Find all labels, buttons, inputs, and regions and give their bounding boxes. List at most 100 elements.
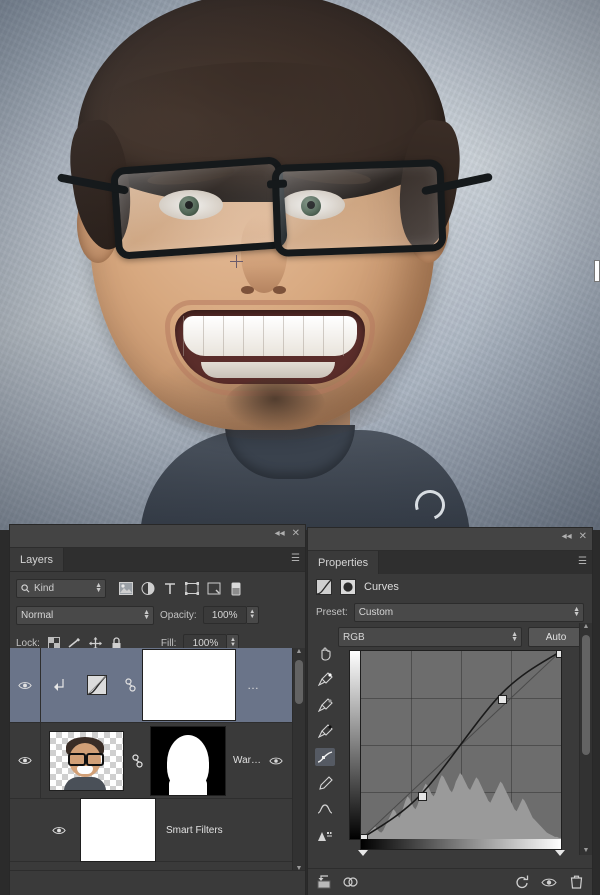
- opacity-value[interactable]: 100%: [202, 606, 247, 624]
- collapse-double-arrow-icon[interactable]: ◂◂: [275, 529, 285, 539]
- mask-icon[interactable]: [340, 579, 356, 595]
- opacity-stepper[interactable]: ▲ ▼: [246, 606, 259, 624]
- hand-tool-icon[interactable]: [315, 644, 335, 662]
- layers-scroll-thumb[interactable]: [295, 660, 303, 704]
- properties-footer-right: [514, 874, 584, 890]
- layer-mask-thumbnail[interactable]: [150, 725, 226, 796]
- smart-filter-eye-icon: [269, 757, 283, 764]
- tab-layers[interactable]: Layers: [10, 548, 65, 571]
- white-input-slider[interactable]: [555, 850, 565, 856]
- white-point-eyedropper-icon[interactable]: [315, 670, 335, 688]
- table-row[interactable]: War…: [10, 723, 305, 799]
- layers-tabstrip[interactable]: Layers ☰: [10, 548, 305, 572]
- input-gradient-ramp: [360, 839, 562, 850]
- clipping-indicator: [41, 678, 77, 692]
- link-icon: [124, 678, 136, 692]
- blend-mode-select[interactable]: Normal ▲ ▼: [16, 605, 154, 625]
- chevron-updown-icon: ▲ ▼: [511, 631, 518, 643]
- curves-plot[interactable]: [360, 650, 562, 840]
- scroll-up-arrow-icon[interactable]: ▲: [295, 648, 303, 656]
- properties-title: Curves: [364, 581, 399, 593]
- collapse-double-arrow-icon[interactable]: ◂◂: [562, 532, 572, 542]
- panel-menu-icon[interactable]: ☰: [578, 557, 587, 567]
- eye-icon: [18, 757, 32, 764]
- black-input-slider[interactable]: [358, 850, 368, 856]
- properties-panel-titlebar[interactable]: ◂◂ ✕: [308, 528, 592, 551]
- pixel-filter-icon[interactable]: [118, 581, 133, 596]
- table-row[interactable]: Smart Filters: [10, 798, 305, 862]
- pencil-curve-tool-icon[interactable]: [315, 774, 335, 792]
- properties-scrollbar[interactable]: ▲ ▼: [579, 623, 592, 855]
- layers-panel-titlebar[interactable]: ◂◂ ✕: [10, 525, 305, 548]
- search-icon: [21, 584, 30, 593]
- tab-layers-label: Layers: [20, 553, 54, 566]
- tab-properties[interactable]: Properties: [308, 551, 380, 574]
- photoshop-window: ◂◂ ✕ Layers ☰ Kind ▲ ▼ Normal ▲ ▼ Opacit…: [0, 0, 600, 895]
- channel-select[interactable]: RGB ▲ ▼: [338, 627, 522, 647]
- layer-link-indicator[interactable]: [124, 753, 150, 768]
- layer-visibility-toggle[interactable]: [10, 680, 40, 691]
- opacity-field-group[interactable]: 100% ▲ ▼: [202, 606, 259, 624]
- properties-header: Curves: [308, 574, 592, 600]
- smooth-curve-icon[interactable]: [315, 800, 335, 818]
- toggle-visibility-icon[interactable]: [541, 874, 557, 890]
- clip-to-layer-icon[interactable]: [316, 874, 332, 890]
- close-icon[interactable]: ✕: [292, 529, 300, 539]
- curves-icon[interactable]: [316, 579, 332, 595]
- table-row[interactable]: …: [10, 648, 305, 723]
- type-filter-icon[interactable]: [162, 581, 177, 596]
- curves-graph[interactable]: [338, 650, 565, 856]
- panel-menu-icon[interactable]: ☰: [291, 554, 300, 564]
- layer-link-indicator[interactable]: [117, 678, 143, 692]
- curve-point-tool-icon[interactable]: [315, 748, 335, 766]
- fill-label: Fill:: [160, 637, 177, 649]
- filter-icon-group: [118, 581, 243, 596]
- face-silhouette-mask: [167, 734, 209, 795]
- properties-tabstrip[interactable]: Properties ☰: [308, 551, 592, 574]
- layer-thumbnail[interactable]: [49, 730, 124, 791]
- preset-select[interactable]: Custom ▲ ▼: [353, 602, 584, 622]
- thumb-body: [64, 776, 106, 790]
- layers-panel: ◂◂ ✕ Layers ☰ Kind ▲ ▼ Normal ▲ ▼ Opacit…: [10, 525, 305, 895]
- filter-toggle-icon[interactable]: [228, 581, 243, 596]
- gray-point-eyedropper-icon[interactable]: [315, 696, 335, 714]
- curve-point-highlight[interactable]: [498, 695, 507, 704]
- scroll-down-arrow-icon[interactable]: ▼: [582, 847, 590, 855]
- smart-filter-mask-thumbnail[interactable]: [80, 798, 156, 862]
- layer-visibility-toggle[interactable]: [10, 755, 40, 766]
- image-canvas[interactable]: [0, 0, 600, 530]
- chevron-updown-icon: ▲ ▼: [143, 608, 150, 621]
- canvas-edge-marker: [594, 260, 600, 282]
- scroll-up-arrow-icon[interactable]: ▲: [582, 623, 590, 631]
- thumb-glasses: [68, 752, 104, 766]
- adjustment-filter-icon[interactable]: [140, 581, 155, 596]
- canvas-vignette: [0, 0, 600, 530]
- portrait-thumbnail: [56, 735, 114, 790]
- clip-display-icon[interactable]: [315, 826, 335, 844]
- view-previous-state-icon[interactable]: [342, 874, 358, 890]
- eye-icon: [52, 826, 66, 834]
- properties-scroll-thumb[interactable]: [582, 635, 590, 755]
- reset-icon[interactable]: [514, 874, 530, 890]
- curve-point-shadow[interactable]: [418, 792, 427, 801]
- black-point-eyedropper-icon[interactable]: [315, 722, 335, 740]
- close-icon[interactable]: ✕: [579, 532, 587, 542]
- layers-scrollbar[interactable]: ▲ ▼: [292, 648, 305, 873]
- auto-button[interactable]: Auto: [528, 627, 584, 647]
- blend-mode-value: Normal: [21, 609, 54, 621]
- chevron-updown-icon: ▲ ▼: [95, 582, 102, 594]
- adjustment-thumbnail[interactable]: [77, 675, 117, 695]
- chevron-updown-icon: ▲ ▼: [573, 605, 580, 618]
- smart-filter-visibility-toggle[interactable]: [267, 756, 285, 766]
- curve-point-white[interactable]: [556, 651, 561, 658]
- layer-name[interactable]: War…: [233, 755, 267, 766]
- layer-list[interactable]: … War… Smart Filters: [10, 648, 305, 873]
- delete-icon[interactable]: [568, 874, 584, 890]
- filter-kind-select[interactable]: Kind ▲ ▼: [16, 579, 106, 598]
- smart-filters-visibility-toggle[interactable]: [44, 825, 74, 836]
- shape-filter-icon[interactable]: [184, 581, 199, 596]
- curves-adjustment-icon: [87, 675, 107, 695]
- smart-filters-label: Smart Filters: [166, 824, 223, 836]
- smartobject-filter-icon[interactable]: [206, 581, 221, 596]
- layer-mask-thumbnail[interactable]: [142, 649, 236, 721]
